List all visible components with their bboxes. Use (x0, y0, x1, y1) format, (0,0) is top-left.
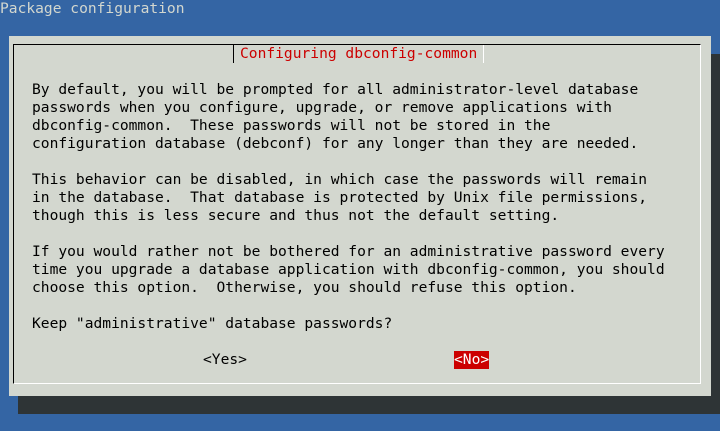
dialog-title: Configuring dbconfig-common (233, 45, 485, 63)
screen-title: Package configuration (0, 0, 185, 17)
dialog-paragraph-2: This behavior can be disabled, in which … (32, 171, 648, 224)
no-button[interactable]: <No> (454, 351, 490, 369)
dialog-paragraph-1: By default, you will be prompted for all… (32, 81, 639, 152)
dialog-question: Keep "administrative" database passwords… (32, 315, 393, 332)
dialog-frame: Configuring dbconfig-common By default, … (13, 44, 701, 384)
dialog-paragraph-3: If you would rather not be bothered for … (32, 243, 665, 296)
config-dialog: Configuring dbconfig-common By default, … (9, 36, 711, 396)
yes-button[interactable]: <Yes> (203, 351, 247, 369)
